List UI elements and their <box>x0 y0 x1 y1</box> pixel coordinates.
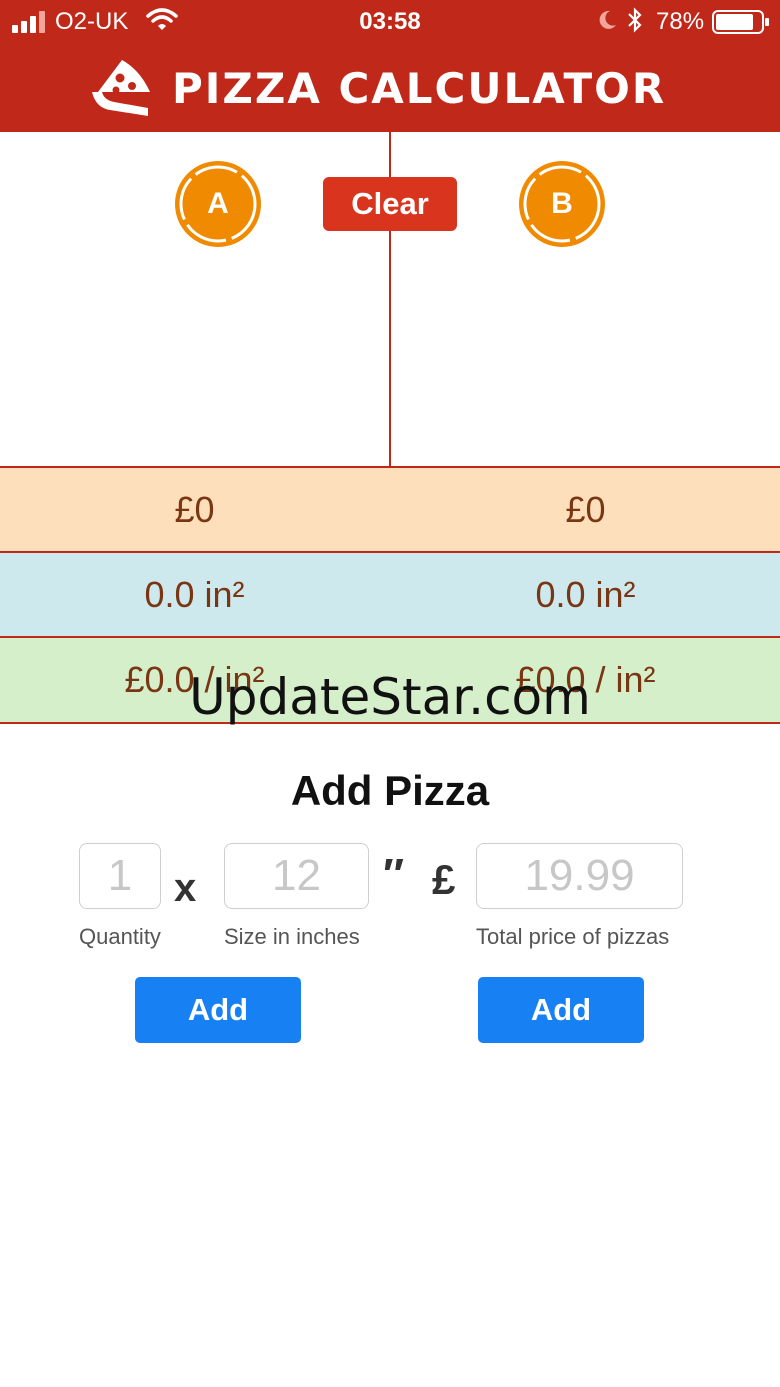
size-caption: Size in inches <box>224 924 360 949</box>
add-to-a-button[interactable]: Add <box>135 977 301 1043</box>
pizza-calculator-app: O2-UK 03:58 78% PIZZA CALCULATOR A Clear… <box>0 0 780 1387</box>
status-bar: O2-UK 03:58 78% <box>0 0 780 42</box>
add-to-b-button[interactable]: Add <box>478 977 644 1043</box>
add-pizza-title: Add Pizza <box>290 767 490 814</box>
clear-button[interactable]: Clear <box>323 177 457 231</box>
battery-icon <box>712 10 769 34</box>
quantity-input[interactable] <box>79 843 161 909</box>
times-sign: x <box>174 866 197 910</box>
quantity-caption: Quantity <box>79 924 161 949</box>
area-a: 0.0 in² <box>144 574 245 615</box>
size-input[interactable] <box>224 843 369 909</box>
price-a: £0 <box>174 489 215 530</box>
area-b: 0.0 in² <box>535 574 636 615</box>
app-title: PIZZA CALCULATOR <box>172 64 667 113</box>
pizza-a-label: A <box>207 187 229 220</box>
pizza-slice-icon <box>92 60 150 116</box>
price-input[interactable] <box>476 843 683 909</box>
price-caption: Total price of pizzas <box>476 924 670 949</box>
currency-sign: £ <box>432 856 456 903</box>
area-row: 0.0 in² 0.0 in² <box>0 551 780 637</box>
watermark: UpdateStar.com <box>189 668 591 726</box>
inch-mark: ″ <box>383 850 405 899</box>
app-header: PIZZA CALCULATOR <box>0 42 780 132</box>
pizza-b-label: B <box>551 187 573 220</box>
pizza-a-badge[interactable]: A <box>174 160 262 248</box>
moon-icon <box>599 10 616 29</box>
battery-percentage: 78% <box>656 8 705 35</box>
price-b: £0 <box>565 489 606 530</box>
price-row: £0 £0 <box>0 466 780 552</box>
pizza-b-badge[interactable]: B <box>518 160 606 248</box>
bluetooth-icon <box>628 7 642 33</box>
